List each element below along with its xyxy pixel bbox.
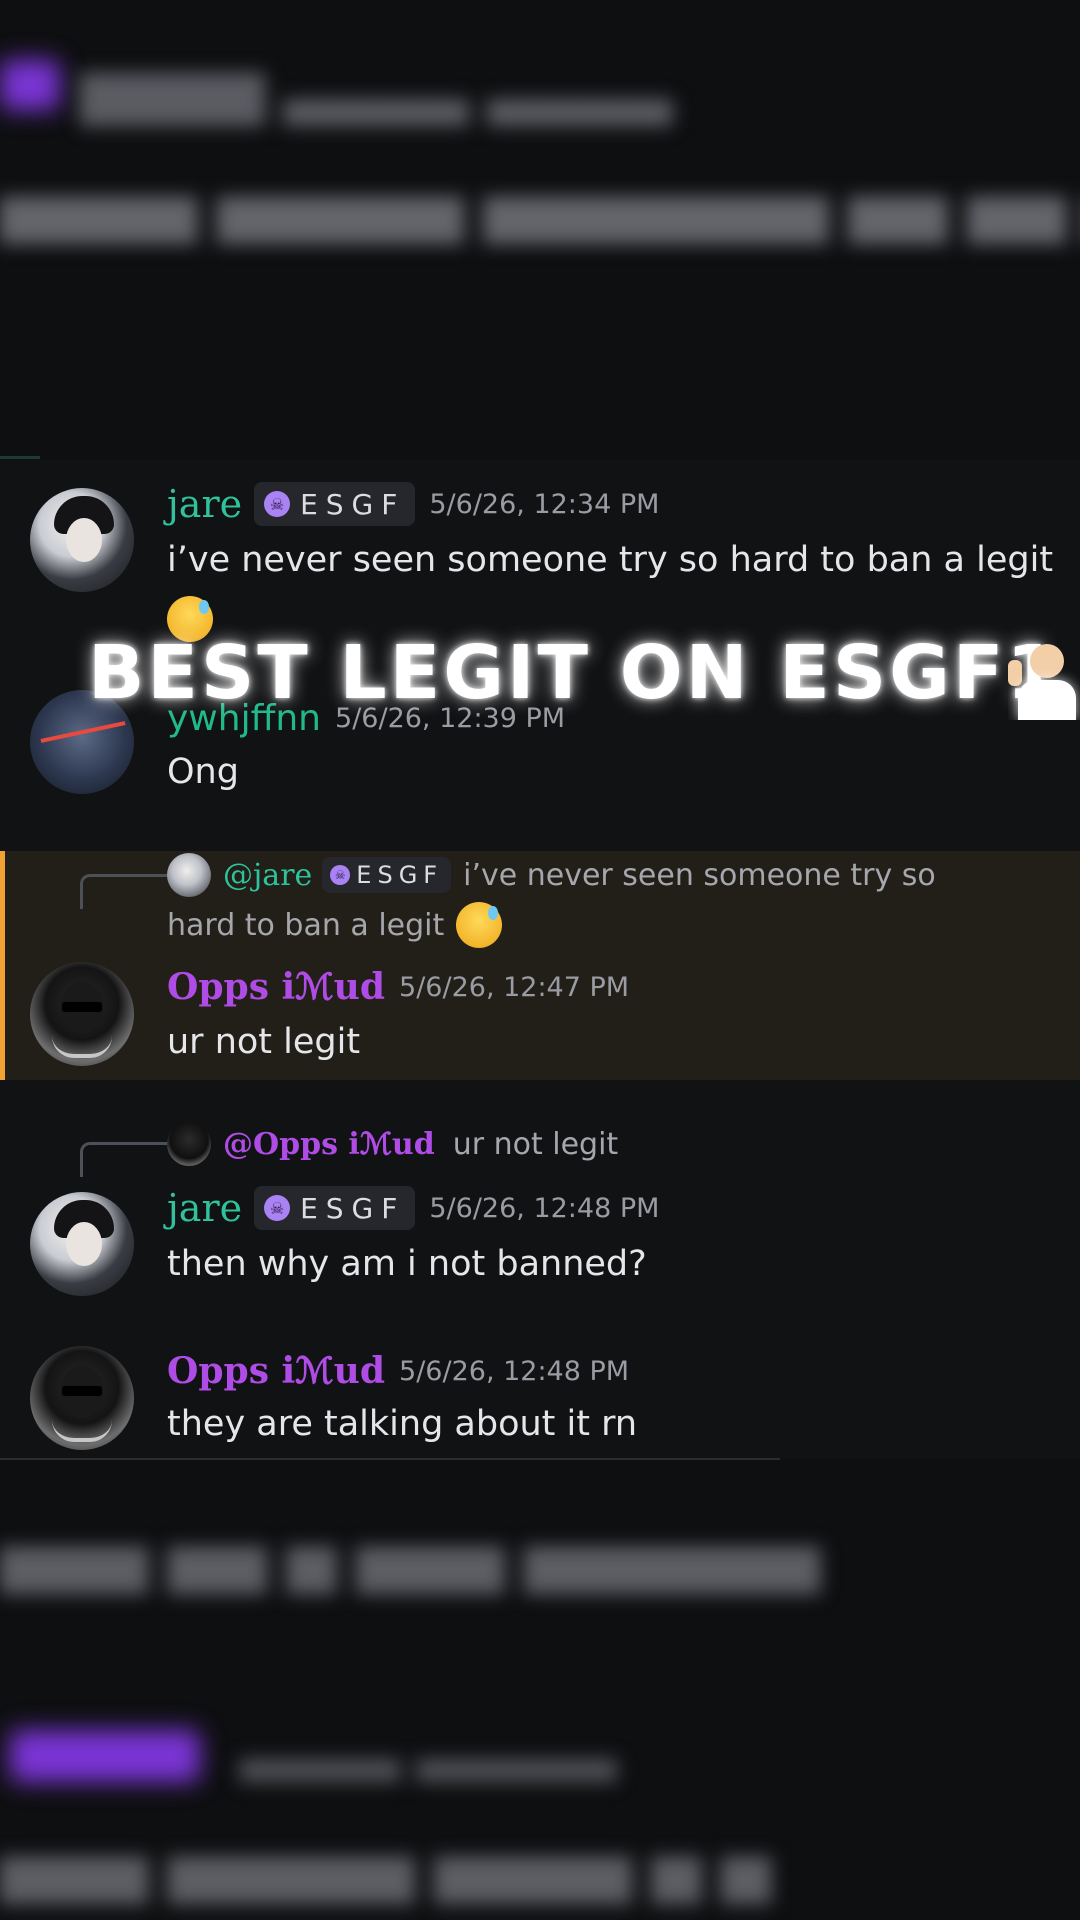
avatar[interactable] <box>30 1346 134 1450</box>
message-header: Opps iℳud 5/6/26, 12:48 PM <box>167 1350 629 1392</box>
message-text: Ong <box>167 752 239 792</box>
skull-icon: ☠ <box>330 865 351 885</box>
reply-mention[interactable]: @jare <box>223 858 312 893</box>
avatar[interactable] <box>30 962 134 1066</box>
message-header: jare ☠ ESGF 5/6/26, 12:34 PM <box>167 482 659 526</box>
reply-preview[interactable]: @Opps iℳud ur not legit <box>167 1122 618 1166</box>
reply-mention[interactable]: @Opps iℳud <box>223 1127 435 1162</box>
message-header: Opps iℳud 5/6/26, 12:47 PM <box>167 966 629 1008</box>
shrug-emoji <box>1008 640 1080 720</box>
reply-text: i’ve never seen someone try so <box>463 857 936 893</box>
sweat-smile-emoji <box>456 902 503 948</box>
reply-text: ur not legit <box>452 1126 619 1162</box>
reply-spine <box>80 1142 169 1177</box>
blurred-avatar <box>0 60 60 110</box>
username[interactable]: Opps iℳud <box>167 1350 385 1392</box>
timestamp: 5/6/26, 12:34 PM <box>429 488 660 520</box>
avatar[interactable] <box>30 1192 134 1296</box>
blurred-background-top: ▆▆▆▆ ▃▃▃▃ ▃▃▃▃ ▅▅▅▅ ▅▅▅▅▅ ▅▅▅▅▅▅▅ ▅▅ ▅▅ … <box>0 0 1080 460</box>
avatar[interactable] <box>30 488 134 592</box>
message-text: i’ve never seen someone try so hard to b… <box>167 540 1054 580</box>
overlay-caption: BEST LEGIT ON ESGF1 <box>88 630 1061 716</box>
blurred-text: ▃▃▃▃ ▃▃▃▃▃ <box>240 1722 617 1782</box>
blurred-text: ▅▅▅ ▅▅▅▅▅ ▅▅▅▅ ▅ ▅ <box>0 1830 771 1904</box>
message-text: then why am i not banned? <box>167 1244 647 1284</box>
blurred-username <box>10 1730 200 1782</box>
divider <box>0 1458 780 1460</box>
guild-tag[interactable]: ☠ ESGF <box>254 1186 416 1230</box>
highlight-bar <box>0 851 5 1080</box>
timestamp: 5/6/26, 12:47 PM <box>399 971 630 1003</box>
divider <box>0 456 40 459</box>
blurred-text: ▅▅▅▅ ▅▅▅▅▅ ▅▅▅▅▅▅▅ ▅▅ ▅▅ ▅▅▅ ▅ <box>0 170 1080 244</box>
timestamp: 5/6/26, 12:48 PM <box>399 1355 630 1387</box>
message-text: ur not legit <box>167 1022 361 1062</box>
timestamp: 5/6/26, 12:48 PM <box>429 1192 660 1224</box>
username[interactable]: jare <box>167 1186 242 1230</box>
reply-spine <box>80 874 169 909</box>
reply-preview[interactable]: @jare ☠ ESGF i’ve never seen someone try … <box>167 853 936 897</box>
username[interactable]: Opps iℳud <box>167 966 385 1008</box>
blurred-text: ▆▆▆▆ ▃▃▃▃ ▃▃▃▃ <box>80 56 672 126</box>
skull-icon: ☠ <box>264 491 291 517</box>
guild-tag[interactable]: ☠ ESGF <box>254 482 416 526</box>
skull-icon: ☠ <box>264 1195 291 1221</box>
username[interactable]: jare <box>167 482 242 526</box>
reply-preview-line2: hard to ban a legit <box>167 902 503 948</box>
blurred-background-bottom: ▅▅▅ ▅▅ ▅ ▅▅▅ ▅▅▅▅▅▅ ▃▃▃▃ ▃▃▃▃▃ ▅▅▅ ▅▅▅▅▅… <box>0 1460 1080 1920</box>
blurred-text: ▅▅▅ ▅▅ ▅ ▅▅▅ ▅▅▅▅▅▅ <box>0 1520 820 1594</box>
guild-tag: ☠ ESGF <box>322 857 452 893</box>
reply-text: hard to ban a legit <box>167 907 445 943</box>
mini-avatar <box>167 853 211 897</box>
mini-avatar <box>167 1122 211 1166</box>
message-text: they are talking about it rn <box>167 1404 638 1444</box>
message-header: jare ☠ ESGF 5/6/26, 12:48 PM <box>167 1186 659 1230</box>
